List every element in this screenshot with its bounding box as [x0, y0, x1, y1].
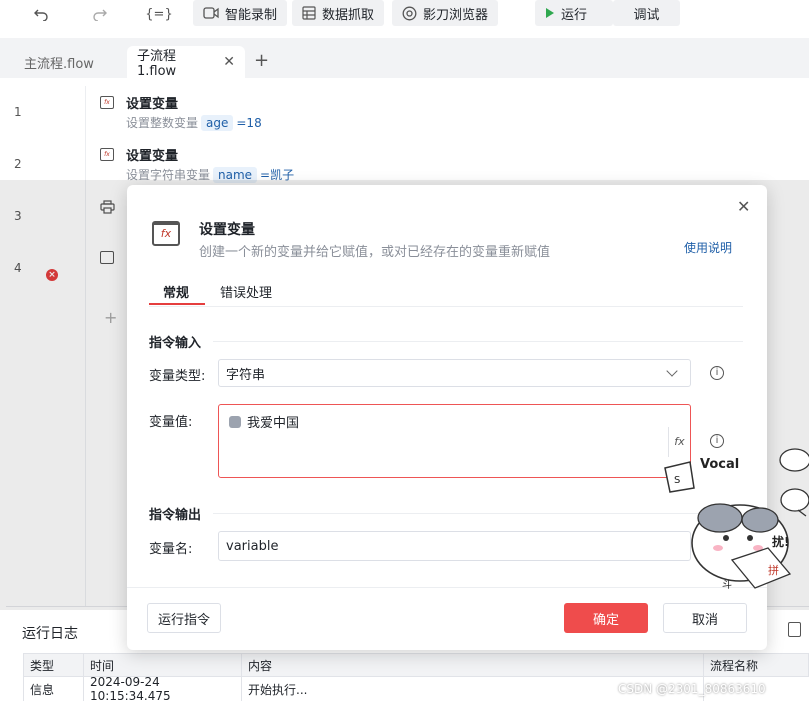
cat-sticker-image: S Vocal 扰! 拼 斗 [664, 448, 809, 591]
chrome-icon [402, 6, 417, 20]
fx-icon: fx [100, 96, 114, 109]
toolbar: {=} 智能录制 数据抓取 影刀浏览器 运行 调试 [0, 0, 809, 36]
video-camera-icon [203, 7, 219, 19]
variable-value-input[interactable]: 我爱中国 fx ⋰ [218, 404, 691, 478]
dialog-subtitle: 创建一个新的变量并给它赋值，或对已经存在的变量重新赋值 [199, 245, 551, 260]
log-header-cell: 流程名称 [710, 658, 759, 673]
value-text: 我爱中国 [247, 416, 300, 431]
tab-main-flow[interactable]: 主流程.flow [24, 46, 94, 78]
sticker-text: Vocal [700, 457, 739, 472]
fx-icon: fx [152, 221, 180, 246]
log-header-row: 类型 时间 内容 流程名称 [23, 653, 809, 677]
smart-record-button[interactable]: 智能录制 [193, 0, 288, 26]
debug-label: 调试 [633, 7, 660, 23]
line-number: 2 [14, 157, 22, 171]
smart-record-label: 智能录制 [225, 7, 278, 23]
log-header-cell: 内容 [242, 654, 704, 676]
variable-type-label: 变量类型: [149, 369, 206, 384]
step-value: =18 [236, 115, 262, 130]
section-title: 指令输出 [149, 508, 202, 523]
browser-label: 影刀浏览器 [423, 7, 489, 23]
sticker-text: 斗 [722, 579, 732, 591]
line-number: 1 [14, 105, 22, 119]
add-tab-icon[interactable]: + [254, 50, 269, 71]
tab-label: 子流程1.flow [137, 49, 177, 79]
variable-chip: age [201, 114, 234, 131]
python-icon [229, 415, 241, 428]
log-header-cell: 类型 [24, 654, 84, 676]
play-icon [546, 8, 554, 18]
input-value: variable [226, 538, 279, 554]
cancel-button[interactable]: 取消 [663, 603, 747, 633]
step-title: 设置变量 [126, 149, 179, 164]
info-icon[interactable]: i [710, 434, 724, 448]
tab-label: 主流程.flow [24, 56, 94, 72]
sticker-text: 扰! [772, 534, 789, 549]
close-icon[interactable]: ✕ [223, 54, 235, 70]
log-cell: 2024-09-24 10:15:34.475 [84, 675, 242, 703]
info-icon[interactable]: i [710, 366, 724, 380]
file-tabbar: 主流程.flow 子流程1.flow ✕ + [0, 38, 809, 79]
tab-error-handling[interactable]: 错误处理 [220, 282, 272, 301]
tab-subflow-1[interactable]: 子流程1.flow ✕ [127, 46, 245, 79]
help-link[interactable]: 使用说明 [684, 239, 732, 256]
variable-name-label: 变量名: [149, 542, 193, 557]
debug-button[interactable]: 调试 [613, 0, 680, 26]
close-icon[interactable]: ✕ [737, 197, 750, 216]
step-desc-prefix: 设置整数变量 [126, 116, 199, 130]
fx-icon: fx [100, 148, 114, 161]
redo-icon[interactable] [87, 2, 113, 26]
variables-label: {=} [145, 6, 173, 22]
section-title: 指令输入 [149, 336, 202, 351]
variables-button[interactable]: {=} [144, 2, 174, 26]
value-content: 我爱中国 [229, 412, 299, 431]
step-title: 设置变量 [126, 97, 179, 112]
sticker-text: S [674, 475, 680, 486]
watermark: CSDN @2301_80863610 [618, 682, 766, 696]
confirm-button[interactable]: 确定 [564, 603, 648, 633]
data-capture-button[interactable]: 数据抓取 [292, 0, 385, 26]
chevron-down-icon [666, 365, 678, 377]
log-title: 运行日志 [22, 626, 78, 642]
variable-name-input[interactable]: variable [218, 531, 691, 561]
step-description: 设置整数变量 age =18 [126, 114, 262, 131]
variable-value-label: 变量值: [149, 415, 193, 430]
run-button[interactable]: 运行 [535, 0, 613, 26]
log-header-cell: 时间 [84, 654, 242, 676]
export-icon[interactable] [788, 622, 801, 637]
log-cell: 信息 [24, 677, 84, 701]
variable-type-select[interactable]: 字符串 [218, 359, 691, 387]
undo-icon[interactable] [28, 2, 54, 26]
table-icon [302, 6, 316, 20]
input-section-header: 指令输入 [149, 332, 743, 351]
tab-general[interactable]: 常规 [163, 282, 189, 301]
active-tab-indicator [149, 303, 205, 305]
sticker-text: 拼 [768, 563, 779, 577]
select-value: 字符串 [226, 367, 266, 383]
output-section-header: 指令输出 [149, 504, 743, 523]
run-label: 运行 [561, 7, 588, 23]
dialog-title: 设置变量 [199, 222, 255, 238]
app-window: {=} 智能录制 数据抓取 影刀浏览器 运行 调试 主流程.flow 子流程1.… [0, 0, 809, 705]
tab-divider [149, 306, 743, 307]
data-capture-label: 数据抓取 [322, 7, 375, 23]
browser-button[interactable]: 影刀浏览器 [392, 0, 499, 26]
run-command-button[interactable]: 运行指令 [147, 603, 221, 633]
